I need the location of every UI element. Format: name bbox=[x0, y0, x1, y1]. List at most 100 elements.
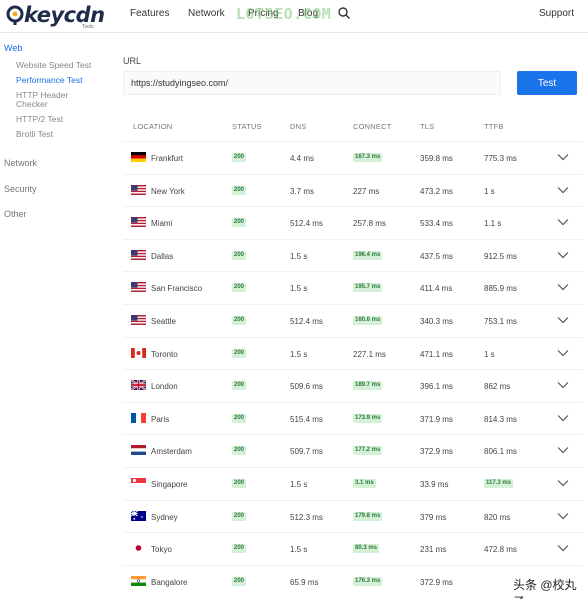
status-badge: 200 bbox=[232, 316, 247, 325]
dns-value: 1.5 s bbox=[290, 480, 308, 489]
tls-value: 340.3 ms bbox=[420, 317, 453, 326]
chevron-down-icon[interactable] bbox=[557, 381, 569, 389]
table-row[interactable]: San Francisco 200 1.5 s 195.7 ms 411.4 ms 885… bbox=[123, 271, 583, 303]
chevron-down-icon[interactable] bbox=[557, 479, 569, 487]
flag-us-icon bbox=[131, 249, 146, 260]
search-icon[interactable] bbox=[337, 6, 351, 20]
dns-value: 509.6 ms bbox=[290, 382, 323, 392]
url-input[interactable]: https://studyingseo.com/ bbox=[123, 71, 501, 95]
column-header-tls: TLS bbox=[420, 122, 435, 131]
flag-in-icon bbox=[131, 575, 146, 586]
status-badge: 200 bbox=[232, 348, 247, 358]
connect-value: 196.4 ms bbox=[353, 250, 383, 260]
flag-us-icon bbox=[131, 282, 146, 293]
table-row[interactable]: Dallas 200 1.5 s 196.4 ms 437.5 ms 912.5 ms bbox=[123, 238, 583, 271]
flag-us-icon bbox=[131, 315, 146, 325]
status-badge: 200 bbox=[232, 544, 247, 554]
ttfb-value: 814.3 ms bbox=[484, 414, 517, 424]
table-row[interactable]: London 200 509.6 ms 189.7 ms 396.1 ms 862 ms bbox=[123, 369, 583, 401]
flag-us-icon bbox=[131, 217, 146, 228]
ttfb-value: 862 ms bbox=[484, 382, 511, 392]
connect-value: 80.3 ms bbox=[353, 544, 380, 554]
status-badge: 200 bbox=[232, 479, 247, 488]
sidebar-item-brotli-test[interactable]: Brotli Test bbox=[16, 130, 116, 139]
column-header-ttfb: TTFB bbox=[484, 122, 504, 131]
chevron-down-icon[interactable] bbox=[557, 283, 569, 291]
table-row[interactable]: Tokyo 200 1.5 s 80.3 ms 231 ms 472.8 ms bbox=[123, 532, 583, 564]
ttfb-value: 1.1 s bbox=[484, 219, 502, 229]
connect-value: 160.6 ms bbox=[353, 316, 383, 325]
dns-value: 515.4 ms bbox=[290, 414, 323, 424]
chevron-down-icon[interactable] bbox=[557, 251, 569, 259]
sidebar-section-security[interactable]: Security bbox=[4, 184, 37, 194]
tls-value: 396.1 ms bbox=[420, 382, 453, 392]
table-row[interactable]: Toronto 200 1.5 s 227.1 ms 471.1 ms 1 s bbox=[123, 336, 583, 369]
dns-value: 65.9 ms bbox=[290, 577, 319, 587]
status-badge: 200 bbox=[232, 153, 247, 162]
nav-network[interactable]: Network bbox=[188, 8, 225, 19]
chevron-down-icon[interactable] bbox=[557, 316, 569, 324]
test-button[interactable]: Test bbox=[517, 71, 577, 95]
sidebar-item-http2-test[interactable]: HTTP/2 Test bbox=[16, 115, 116, 124]
ttfb-value: 775.3 ms bbox=[484, 154, 517, 163]
column-header-dns: DNS bbox=[290, 122, 307, 131]
table-row[interactable]: Frankfurt 200 4.4 ms 167.3 ms 359.8 ms 775.3 … bbox=[123, 141, 583, 173]
sidebar-section-web[interactable]: Web bbox=[4, 43, 22, 53]
chevron-down-icon[interactable] bbox=[557, 414, 569, 422]
connect-value: 176.3 ms bbox=[353, 576, 383, 586]
connect-value: 257.8 ms bbox=[353, 219, 386, 229]
chevron-down-icon[interactable] bbox=[557, 544, 569, 552]
sidebar-item-website-speed-test[interactable]: Website Speed Test bbox=[16, 61, 116, 70]
chevron-down-icon[interactable] bbox=[557, 446, 569, 454]
tls-value: 471.1 ms bbox=[420, 349, 453, 359]
status-badge: 200 bbox=[232, 446, 247, 456]
flag-fr-icon bbox=[131, 412, 146, 423]
ttfb-value: 820 ms bbox=[484, 512, 511, 522]
location-name: Sydney bbox=[151, 512, 178, 522]
table-row[interactable]: Miami 200 512.4 ms 257.8 ms 533.4 ms 1.1 s bbox=[123, 206, 583, 238]
chevron-down-icon[interactable] bbox=[557, 186, 569, 194]
location-name: Tokyo bbox=[151, 545, 172, 555]
status-badge: 200 bbox=[232, 283, 247, 293]
footer-watermark: 头条 @校丸子 bbox=[511, 576, 588, 599]
flag-nl-icon bbox=[131, 445, 146, 456]
sidebar-item-http-header-checker[interactable]: HTTP Header Checker bbox=[16, 91, 86, 109]
connect-value: 173.9 ms bbox=[353, 413, 383, 423]
column-header-location: LOCATION bbox=[133, 122, 173, 131]
tls-value: 533.4 ms bbox=[420, 219, 453, 229]
location-name: Frankfurt bbox=[151, 154, 184, 163]
chevron-down-icon[interactable] bbox=[557, 512, 569, 520]
dns-value: 512.4 ms bbox=[290, 219, 323, 229]
sidebar-item-performance-test[interactable]: Performance Test bbox=[16, 76, 116, 85]
table-row[interactable]: Amsterdam 200 509.7 ms 177.2 ms 372.9 ms 806.… bbox=[123, 434, 583, 466]
chevron-down-icon[interactable] bbox=[557, 349, 569, 357]
nav-support[interactable]: Support bbox=[539, 8, 574, 19]
nav-features[interactable]: Features bbox=[130, 8, 169, 19]
table-row[interactable]: Singapore 200 1.5 s 3.1 ms 33.9 ms 117.3 ms bbox=[123, 467, 583, 499]
column-header-status: STATUS bbox=[232, 122, 262, 131]
connect-value: 189.7 ms bbox=[353, 381, 383, 391]
ttfb-value: 912.5 ms bbox=[484, 251, 517, 261]
location-name: Singapore bbox=[151, 480, 188, 489]
table-row[interactable]: Paris 200 515.4 ms 173.9 ms 371.9 ms 814.3 ms bbox=[123, 401, 583, 434]
table-row[interactable]: Sydney 200 512.3 ms 179.8 ms 379 ms 820 ms bbox=[123, 499, 583, 532]
chevron-down-icon[interactable] bbox=[557, 218, 569, 226]
sidebar-section-other[interactable]: Other bbox=[4, 209, 27, 219]
table-row[interactable]: New York 200 3.7 ms 227 ms 473.2 ms 1 s bbox=[123, 173, 583, 206]
dns-value: 1.5 s bbox=[290, 349, 308, 359]
chevron-down-icon[interactable] bbox=[557, 153, 569, 161]
dns-value: 3.7 ms bbox=[290, 186, 315, 196]
url-label: URL bbox=[123, 56, 142, 66]
flag-de-icon bbox=[131, 152, 146, 162]
tls-value: 372.9 ms bbox=[420, 577, 453, 587]
table-row[interactable]: Seattle 200 512.4 ms 160.6 ms 340.3 ms 753.1 … bbox=[123, 304, 583, 336]
location-name: Toronto bbox=[151, 349, 178, 359]
keycdn-logo[interactable]: keycdn Tools bbox=[6, 3, 105, 31]
location-name: Miami bbox=[151, 219, 173, 229]
status-badge: 200 bbox=[232, 250, 247, 260]
sidebar-section-network[interactable]: Network bbox=[4, 158, 37, 168]
status-badge: 200 bbox=[232, 511, 247, 521]
dns-value: 1.5 s bbox=[290, 251, 308, 261]
tls-value: 379 ms bbox=[420, 512, 447, 522]
connect-value: 195.7 ms bbox=[353, 283, 383, 293]
